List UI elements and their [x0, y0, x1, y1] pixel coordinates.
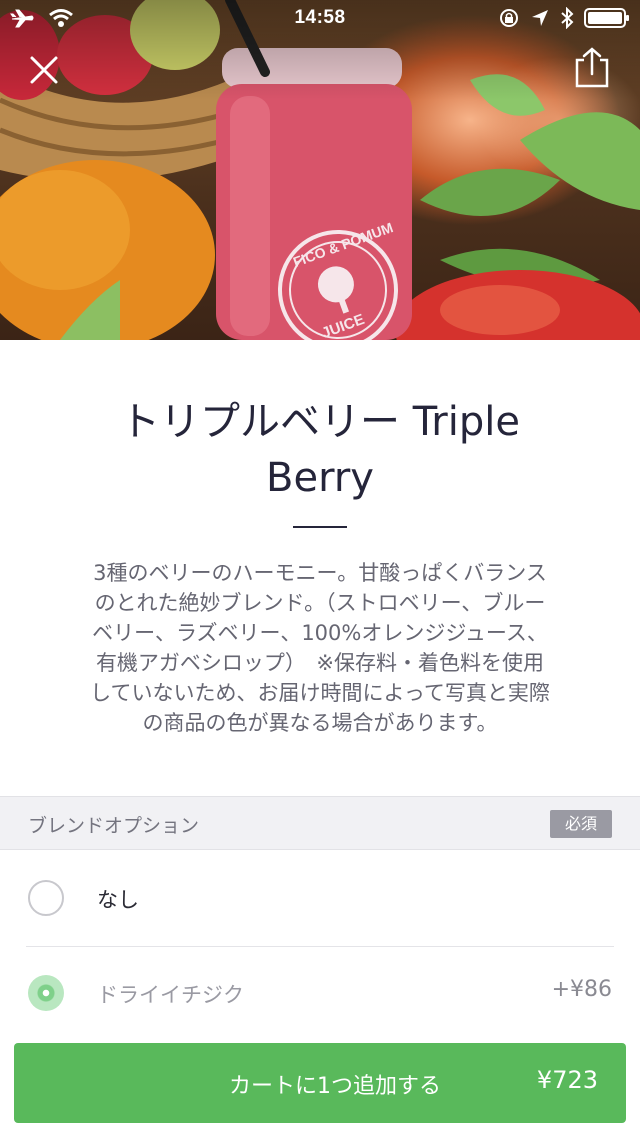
close-icon [26, 56, 62, 92]
radio-button-unselected[interactable] [28, 880, 64, 916]
title-divider [293, 526, 347, 528]
radio-button-selected[interactable] [28, 975, 64, 1011]
option-row-none[interactable]: なし [0, 852, 640, 946]
product-description: 3種のベリーのハーモニー。甘酸っぱくバランス のとれた絶妙ブレンド。（ストロベリ… [90, 561, 550, 735]
add-to-cart-button[interactable]: カートに1つ追加する ¥723 [14, 1043, 626, 1123]
status-bar: 14:58 [0, 0, 640, 40]
option-section-title: ブレンドオプション [28, 815, 200, 837]
share-button[interactable] [572, 46, 612, 94]
share-icon [572, 47, 612, 94]
option-label: なし [97, 888, 139, 912]
close-button[interactable] [26, 52, 62, 92]
option-label: ドライイチジク [97, 983, 244, 1007]
cart-total-price: ¥723 [536, 1066, 598, 1094]
option-row-dried-fig[interactable]: ドライイチジク +¥86 [0, 947, 640, 1041]
option-price: +¥86 [551, 977, 612, 1002]
option-section-header: ブレンドオプション 必須 [0, 796, 640, 850]
add-to-cart-label: カートに1つ追加する [229, 1074, 441, 1099]
lock-rotation-icon [498, 7, 520, 34]
bluetooth-icon [560, 6, 574, 34]
product-hero-image: FICO & POMUM JUICE [0, 0, 640, 340]
location-arrow-icon [530, 8, 550, 33]
battery-icon [584, 7, 630, 34]
product-title: トリプルベリー Triple Berry [120, 399, 520, 501]
required-badge: 必須 [550, 810, 612, 838]
